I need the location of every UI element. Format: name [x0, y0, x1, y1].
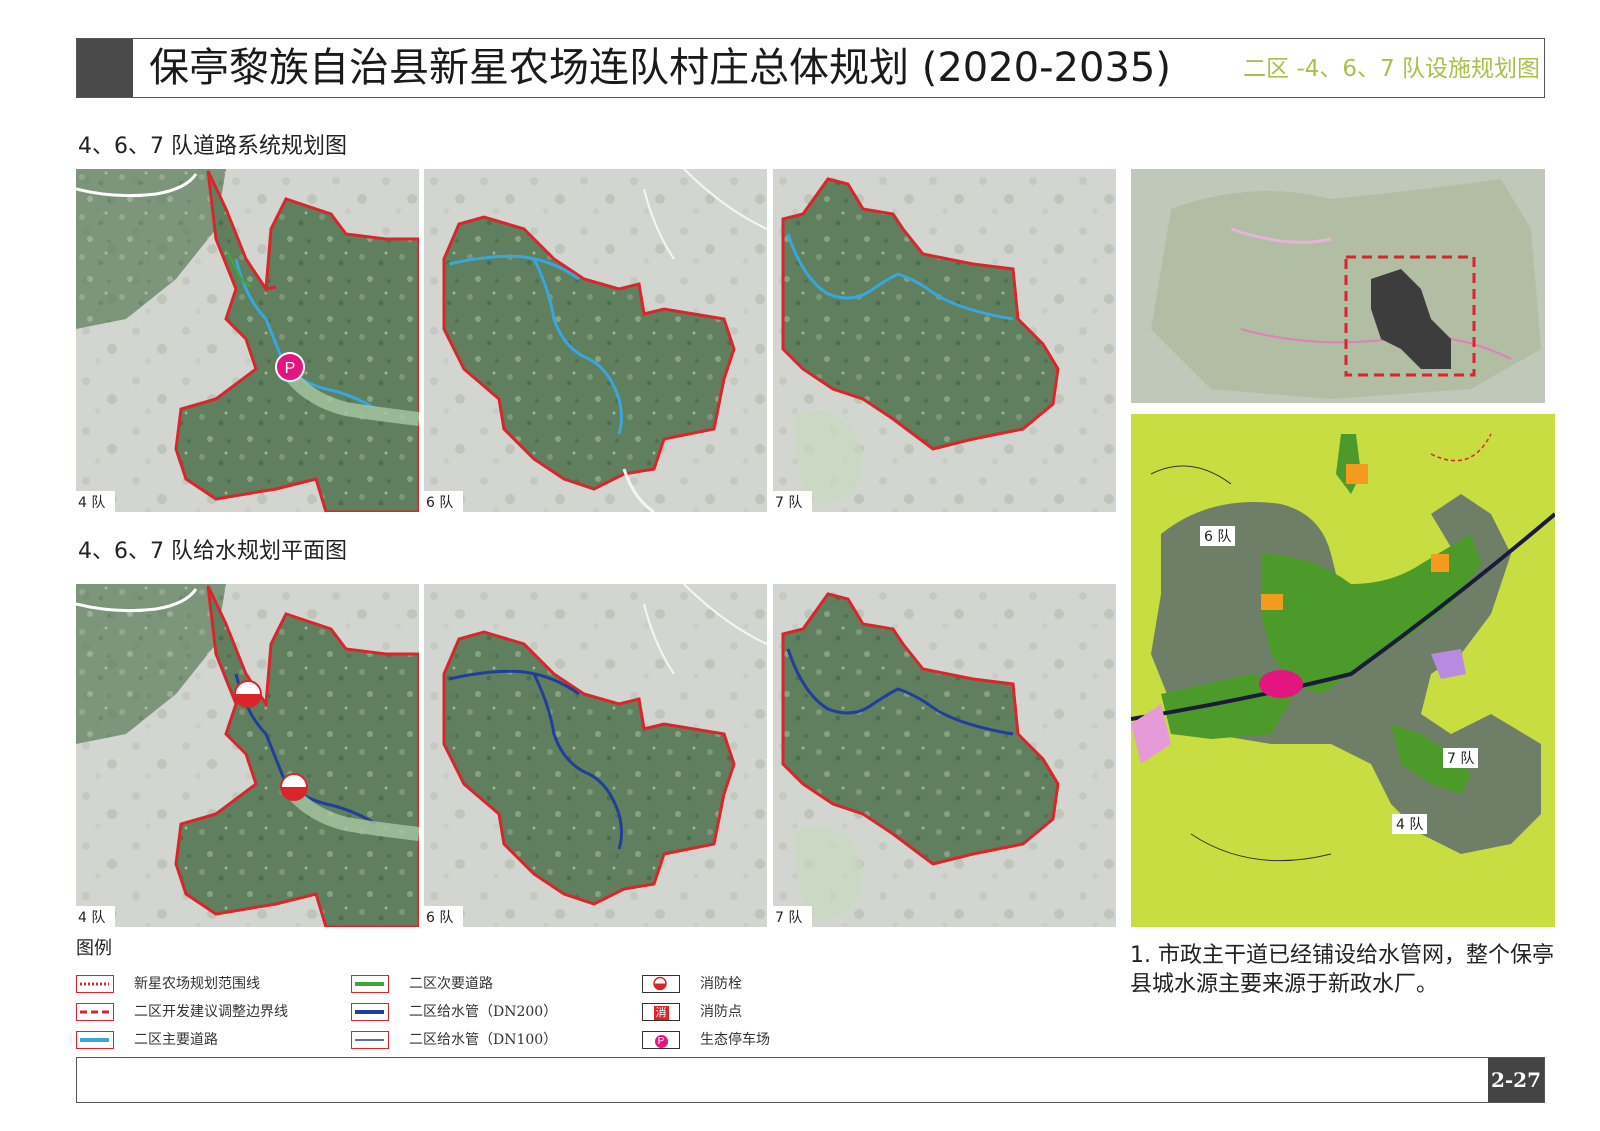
pipe-dn200-icon [351, 1003, 389, 1021]
footer-bar: 2-27 [76, 1057, 1545, 1103]
header-accent-block [77, 39, 133, 97]
legend-title: 图例 [76, 938, 112, 959]
main-road-icon [76, 1031, 114, 1049]
road-map-4-graphic: P [76, 169, 419, 512]
overview-label-6: 6 队 [1200, 526, 1236, 546]
hydrant-icon [642, 975, 680, 993]
road-map-6-graphic [424, 169, 767, 512]
fire-point-icon: 消 [642, 1003, 680, 1021]
red-dotted-boundary-icon [76, 975, 114, 993]
location-map-graphic [1131, 169, 1545, 403]
water-map-4: 4 队 [76, 584, 419, 927]
panel-label: 7 队 [773, 906, 813, 927]
water-map-4-graphic [76, 584, 419, 927]
parking-glyph: P [285, 360, 296, 377]
water-map-7: 7 队 [773, 584, 1116, 927]
header-bar: 保亭黎族自治县新星农场连队村庄总体规划 (2020-2035) 二区 -4、6、… [76, 38, 1545, 98]
road-map-6: 6 队 [424, 169, 767, 512]
water-map-6: 6 队 [424, 584, 767, 927]
panel-label: 6 队 [424, 906, 464, 927]
parking-icon: P [642, 1031, 680, 1049]
road-plan-title: 4、6、7 队道路系统规划图 [78, 134, 347, 159]
water-plan-title: 4、6、7 队给水规划平面图 [78, 539, 347, 564]
page-number: 2-27 [1488, 1058, 1544, 1102]
road-map-7: 7 队 [773, 169, 1116, 512]
overview-label-7: 7 队 [1443, 748, 1479, 768]
panel-label: 6 队 [424, 491, 464, 512]
secondary-road-icon [351, 975, 389, 993]
location-map [1131, 169, 1545, 403]
road-map-4: P 4 队 [76, 169, 419, 512]
page-subtitle: 二区 -4、6、7 队设施规划图 [1243, 56, 1540, 82]
overview-label-4: 4 队 [1392, 814, 1428, 834]
planning-note: 1. 市政主干道已经铺设给水管网，整个保亭县城水源主要来源于新政水厂。 [1130, 943, 1554, 997]
page-title: 保亭黎族自治县新星农场连队村庄总体规划 (2020-2035) [149, 45, 1171, 91]
panel-label: 4 队 [76, 906, 116, 927]
overview-map-graphic [1131, 414, 1555, 927]
panel-label: 7 队 [773, 491, 813, 512]
water-map-7-graphic [773, 584, 1116, 927]
pipe-dn100-icon [351, 1031, 389, 1049]
panel-label: 4 队 [76, 491, 116, 512]
water-map-6-graphic [424, 584, 767, 927]
road-map-7-graphic [773, 169, 1116, 512]
overview-map: 6 队 7 队 4 队 [1131, 414, 1555, 927]
red-dashed-line-icon [76, 1003, 114, 1021]
